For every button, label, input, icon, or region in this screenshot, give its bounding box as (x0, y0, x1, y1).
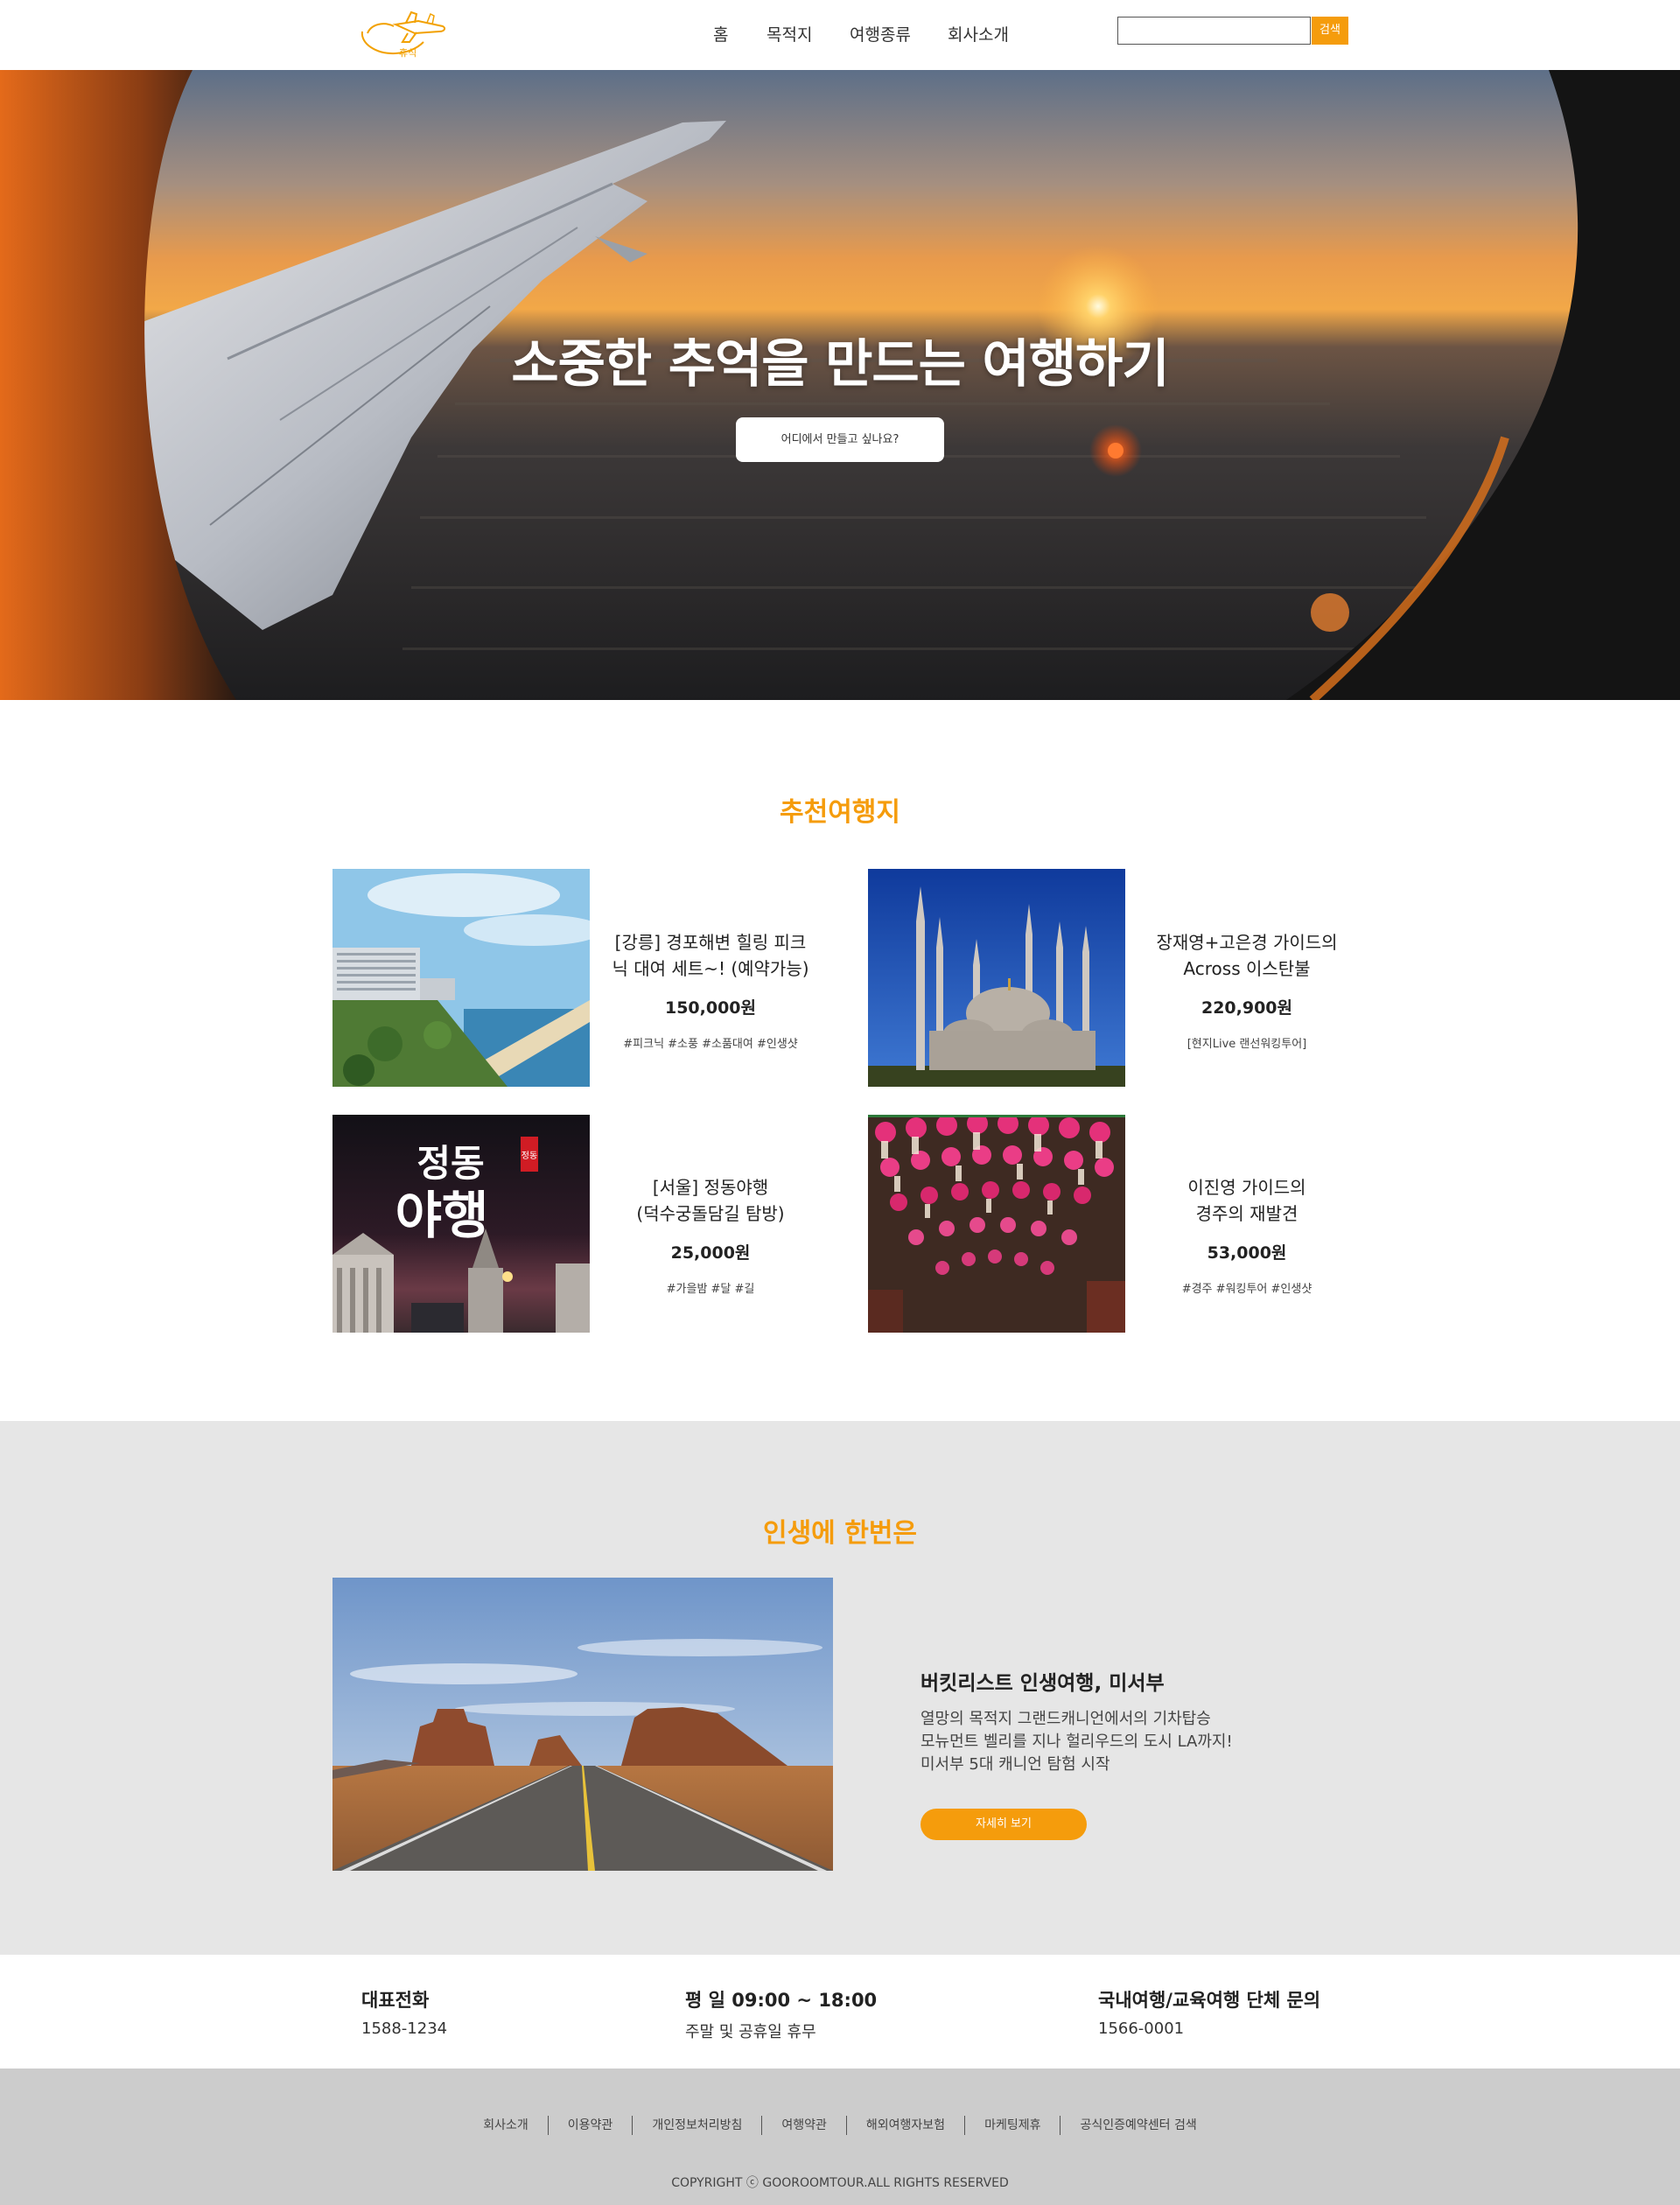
card-jeongdong[interactable]: [서울] 정동야행 (덕수궁돌담길 탐방) 25,000원 #가을밤 #달 #길 (584, 1174, 837, 1296)
search-button[interactable]: 검색 (1312, 17, 1348, 45)
card-price: 53,000원 (1207, 1243, 1287, 1263)
once-in-life-section: 인생에 한번은 버킷리스트 인생여행, 미서부 열망의 목적지 그랜드캐니언에서… (0, 1421, 1680, 1955)
gangneung-beach-image[interactable] (332, 869, 590, 1087)
hero-title: 소중한 추억을 만드는 여행하기 (511, 333, 1169, 394)
card-tags: [현지Live 랜선워킹투어] (1186, 1038, 1307, 1051)
group-inquiry-block: 국내여행/교육여행 단체 문의 1566-0001 (1098, 1990, 1321, 2038)
recommend-title: 추천여행지 (780, 797, 900, 828)
contact-info-bar: 대표전화 1588-1234 평 일 09:00 ~ 18:00 주말 및 공휴… (0, 1955, 1680, 2068)
life-description: 열망의 목적지 그랜드캐니언에서의 기차탑승 모뉴먼트 벨리를 지나 헐리우드의… (920, 1710, 1233, 1774)
card-title: [강릉] 경포해변 힐링 피크 닉 대여 세트~! (예약가능) (612, 932, 809, 979)
istanbul-mosque-image[interactable] (868, 869, 1125, 1087)
airplane-logo-icon: 휴식 (360, 10, 446, 59)
footer-link-travel-terms[interactable]: 여행약관 (761, 2116, 846, 2135)
nav-travel-type[interactable]: 여행종류 (850, 22, 911, 46)
card-istanbul[interactable]: 장재영+고은경 가이드의 Across 이스탄불 220,900원 [현지Live… (1120, 929, 1374, 1051)
card-gangneung[interactable]: [강릉] 경포해변 힐링 피크 닉 대여 세트~! (예약가능) 150,000원… (584, 929, 837, 1051)
life-section-title: 인생에 한번은 (762, 1518, 918, 1549)
life-headline: 버킷리스트 인생여행, 미서부 (920, 1672, 1165, 1695)
card-price: 25,000원 (670, 1243, 751, 1263)
hero-banner: 소중한 추억을 만드는 여행하기 어디에서 만들고 싶나요? (0, 70, 1680, 700)
card-title: 장재영+고은경 가이드의 Across 이스탄불 (1156, 932, 1338, 979)
footer-links: 회사소개 이용약관 개인정보처리방침 여행약관 해외여행자보험 마케팅제휴 공식인증예약센터… (0, 2116, 1680, 2135)
card-title: [서울] 정동야행 (덕수궁돌담길 탐방) (636, 1177, 785, 1224)
svg-text:정동: 정동 (416, 1142, 484, 1185)
svg-text:휴식: 휴식 (399, 47, 416, 59)
footer-link-marketing[interactable]: 마케팅제휴 (964, 2116, 1060, 2135)
card-price: 220,900원 (1200, 998, 1293, 1018)
footer-link-privacy[interactable]: 개인정보처리방침 (632, 2116, 761, 2135)
hero-cta-button[interactable]: 어디에서 만들고 싶나요? (736, 417, 944, 462)
card-tags: #경주 #워킹투어 #인생샷 (1181, 1283, 1312, 1296)
footer-link-terms[interactable]: 이용약관 (547, 2116, 633, 2135)
copyright: COPYRIGHT ⓒ GOOROOMTOUR.ALL RIGHTS RESER… (671, 2176, 1009, 2190)
card-price: 150,000원 (664, 998, 757, 1018)
nav-destination[interactable]: 목적지 (766, 22, 812, 46)
card-title: 이진영 가이드의 경주의 재발견 (1187, 1177, 1306, 1224)
search-input[interactable] (1117, 17, 1311, 45)
card-tags: #가을밤 #달 #길 (666, 1283, 755, 1296)
more-details-button[interactable]: 자세히 보기 (920, 1809, 1087, 1840)
card-gyeongju[interactable]: 이진영 가이드의 경주의 재발견 53,000원 #경주 #워킹투어 #인생샷 (1120, 1174, 1374, 1296)
main-phone-block: 대표전화 1588-1234 (361, 1990, 448, 2038)
card-tags: #피크닉 #소풍 #소품대여 #인생샷 (623, 1038, 798, 1051)
monument-valley-road-image[interactable] (332, 1578, 833, 1871)
nav-home[interactable]: 홈 (713, 22, 728, 46)
business-hours-block: 평 일 09:00 ~ 18:00 주말 및 공휴일 휴무 (685, 1990, 878, 2041)
jeongdong-night-poster-image[interactable]: 정동 야행 정동 (332, 1115, 590, 1333)
footer-link-certified-center[interactable]: 공식인증예약센터 검색 (1060, 2116, 1215, 2135)
lotus-lantern-image[interactable] (868, 1115, 1125, 1333)
site-footer: 회사소개 이용약관 개인정보처리방침 여행약관 해외여행자보험 마케팅제휴 공식인증예약센터… (0, 2068, 1680, 2205)
footer-link-company[interactable]: 회사소개 (464, 2116, 548, 2135)
logo[interactable]: 휴식 (357, 5, 448, 63)
svg-text:야행: 야행 (396, 1186, 489, 1245)
footer-link-insurance[interactable]: 해외여행자보험 (845, 2116, 964, 2135)
site-header: 휴식 홈 목적지 여행종류 회사소개 검색 (0, 0, 1680, 70)
svg-text:정동: 정동 (522, 1151, 537, 1161)
nav-company[interactable]: 회사소개 (948, 22, 1009, 46)
